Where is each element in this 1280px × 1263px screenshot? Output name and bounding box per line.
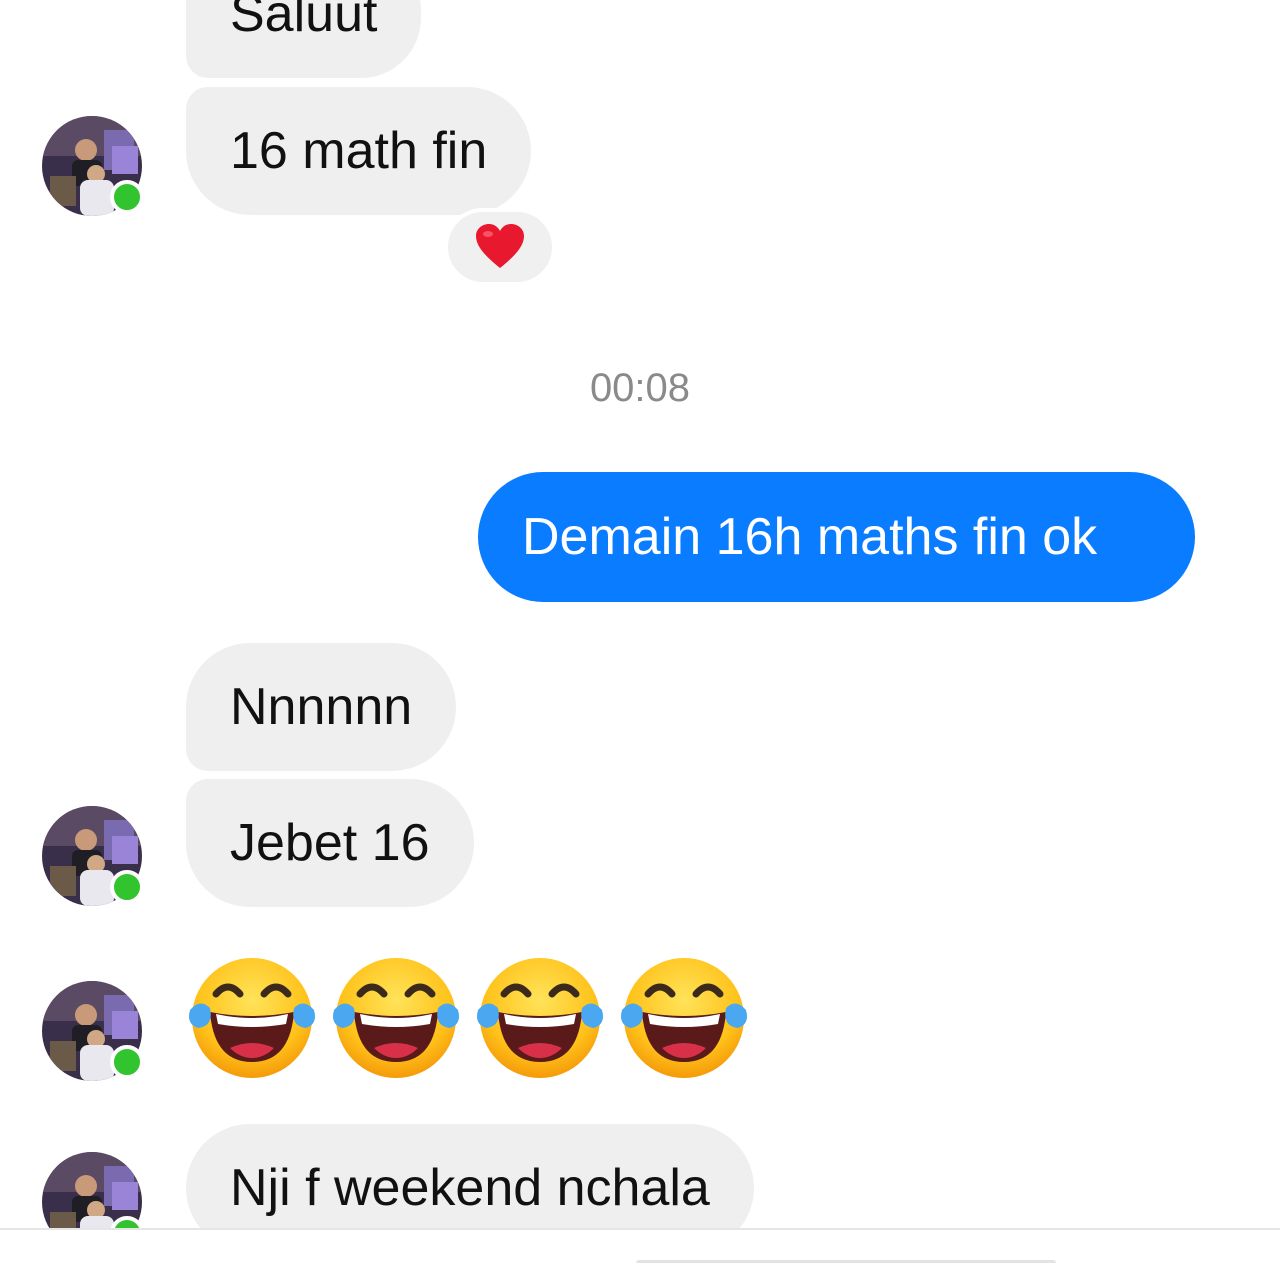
- face-with-tears-of-joy-icon: [333, 958, 459, 1078]
- emoji-message[interactable]: [186, 950, 750, 1082]
- message-timestamp: 00:08: [589, 366, 691, 410]
- contact-avatar[interactable]: [42, 981, 144, 1081]
- contact-avatar[interactable]: [42, 806, 144, 906]
- face-with-tears-of-joy-icon: [189, 958, 315, 1078]
- incoming-message-bubble[interactable]: Nnnnnn: [186, 643, 457, 771]
- face-with-tears-of-joy-icon: [477, 958, 603, 1078]
- online-status-indicator: [110, 870, 144, 904]
- online-status-indicator: [110, 180, 144, 214]
- face-with-tears-of-joy-icon: [621, 958, 747, 1078]
- heart-reaction[interactable]: [444, 208, 556, 286]
- message-text: Saluut: [230, 0, 378, 43]
- message-text: Nnnnnn: [230, 678, 413, 736]
- message-text: Demain 16h maths fin ok: [522, 508, 1098, 566]
- outgoing-message-bubble[interactable]: Demain 16h maths fin ok: [478, 472, 1195, 602]
- incoming-message-bubble[interactable]: Jebet 16: [186, 779, 474, 907]
- chat-thread: Saluut 16 math fin 00:08 Demain 16h math…: [0, 0, 1280, 1263]
- incoming-message-bubble[interactable]: Saluut: [186, 0, 422, 78]
- message-text: Jebet 16: [230, 814, 430, 872]
- incoming-message-bubble[interactable]: 16 math fin: [186, 87, 532, 215]
- contact-avatar[interactable]: [42, 116, 144, 216]
- composer-bar: [0, 1228, 1280, 1263]
- heart-icon: [476, 224, 524, 268]
- message-text: Nji f weekend nchala: [230, 1159, 710, 1217]
- online-status-indicator: [110, 1045, 144, 1079]
- message-text: 16 math fin: [230, 122, 488, 180]
